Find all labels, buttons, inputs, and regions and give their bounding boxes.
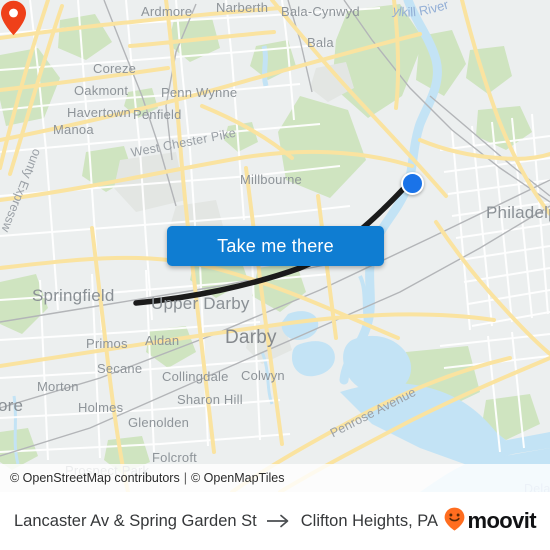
route-footer-bar: Lancaster Av & Spring Garden St Clifton … xyxy=(0,492,550,550)
take-me-there-label: Take me there xyxy=(217,235,334,256)
route-origin-label: Lancaster Av & Spring Garden St xyxy=(14,511,257,530)
moovit-pin-icon xyxy=(444,507,465,536)
route-summary: Lancaster Av & Spring Garden St Clifton … xyxy=(14,512,438,531)
arrow-right-icon xyxy=(266,514,292,528)
route-destination-label: Clifton Heights, PA xyxy=(300,511,439,530)
openmaptiles-attribution-link[interactable]: © OpenMapTiles xyxy=(191,471,285,485)
moovit-brand[interactable]: moovit xyxy=(444,507,537,536)
moovit-wordmark: moovit xyxy=(467,508,536,533)
origin-pin-icon[interactable] xyxy=(0,0,27,36)
destination-dot-icon[interactable] xyxy=(401,172,424,195)
osm-attribution-link[interactable]: © OpenStreetMap contributors xyxy=(10,471,180,485)
map-attribution-bar: © OpenStreetMap contributors | © OpenMap… xyxy=(0,464,550,492)
attribution-separator: | xyxy=(183,471,187,485)
map-canvas[interactable]: ylkill River ounty Expressway ArdmoreNar… xyxy=(0,0,550,492)
take-me-there-button[interactable]: Take me there xyxy=(167,226,384,266)
moovit-map-screenshot: ylkill River ounty Expressway ArdmoreNar… xyxy=(0,0,550,550)
